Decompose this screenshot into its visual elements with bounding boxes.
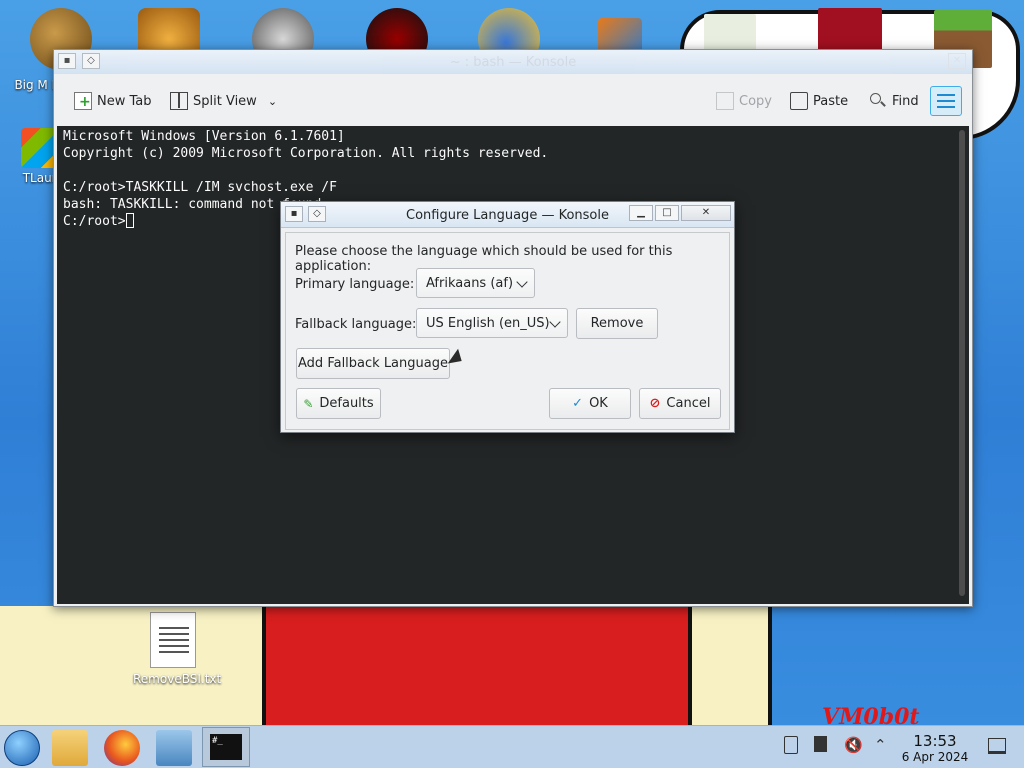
find-button[interactable]: Find	[869, 90, 919, 112]
terminal-prompt: C:/root>	[63, 214, 126, 229]
primary-language-value: Afrikaans (af)	[426, 275, 514, 291]
minimize-icon[interactable]: ▁	[629, 205, 653, 221]
close-icon[interactable]: ✕	[681, 205, 731, 221]
close-icon[interactable]: ✕	[948, 53, 966, 69]
chevron-down-icon: ⌄	[267, 94, 278, 108]
wallpaper-red-block	[262, 600, 692, 725]
fallback-language-label: Fallback language:	[295, 317, 417, 332]
paste-label: Paste	[813, 93, 849, 109]
maximize-icon[interactable]: □	[655, 205, 679, 221]
firefox-icon[interactable]	[104, 730, 140, 766]
clipboard-tray-icon[interactable]	[784, 736, 802, 756]
defaults-button[interactable]: ✎ Defaults	[296, 388, 381, 419]
text-file-icon	[150, 612, 196, 668]
show-desktop-icon[interactable]	[988, 738, 1006, 754]
konsole-toolbar: + New Tab Split View ⌄ Copy Paste Find	[54, 74, 972, 126]
file-manager-icon[interactable]	[52, 730, 88, 766]
control-panel-icon[interactable]	[156, 730, 192, 766]
terminal-scrollbar[interactable]	[959, 130, 965, 596]
fallback-language-value: US English (en_US)	[426, 315, 550, 331]
paste-icon	[790, 92, 808, 110]
dialog-content: Please choose the language which should …	[285, 232, 730, 430]
terminal-icon: #_	[210, 734, 242, 760]
hamburger-menu-icon[interactable]	[930, 86, 962, 116]
new-tab-icon: +	[74, 92, 92, 110]
start-button-icon[interactable]	[4, 730, 40, 766]
primary-language-combo[interactable]: Afrikaans (af)	[416, 268, 535, 298]
konsole-titlebar[interactable]: ▪ ◇ ~ : bash — Konsole ✕	[54, 50, 972, 74]
new-tab-label: New Tab	[97, 93, 152, 109]
notes-tray-icon[interactable]	[814, 736, 832, 756]
brush-icon: ✎	[303, 396, 314, 411]
clock[interactable]: 13:53 6 Apr 2024	[898, 732, 972, 764]
cancel-button[interactable]: ⊘ Cancel	[639, 388, 721, 419]
chevron-down-icon	[516, 276, 528, 288]
split-view-icon	[170, 92, 188, 110]
wallpaper-cream-right	[692, 606, 772, 725]
remove-label: Remove	[590, 316, 644, 331]
copy-label: Copy	[739, 93, 772, 109]
defaults-label: Defaults	[319, 396, 374, 411]
text-cursor	[125, 213, 134, 228]
dialog-titlebar[interactable]: ▪ ◇ Configure Language — Konsole ▁ □ ✕	[281, 202, 734, 228]
paste-button[interactable]: Paste	[790, 90, 848, 112]
ok-label: OK	[589, 396, 608, 411]
copy-button[interactable]: Copy	[716, 90, 772, 112]
clock-date: 6 Apr 2024	[901, 750, 969, 764]
checkmark-icon: ✓	[572, 396, 584, 411]
desktop-icon-label: RemoveBSI.txt	[133, 672, 222, 686]
terminal-line: C:/root>TASKKILL /IM svchost.exe /F	[63, 180, 337, 195]
clock-time: 13:53	[913, 732, 957, 750]
taskbar: #_ 🔇 ⌃ 13:53 6 Apr 2024	[0, 725, 1024, 768]
remove-button[interactable]: Remove	[576, 308, 658, 339]
search-icon	[869, 92, 887, 110]
add-fallback-language-button[interactable]: Add Fallback Language	[296, 348, 450, 379]
configure-language-dialog: ▪ ◇ Configure Language — Konsole ▁ □ ✕ P…	[280, 201, 735, 433]
konsole-title: ~ : bash — Konsole	[449, 55, 577, 70]
copy-icon	[716, 92, 734, 110]
chevron-up-icon[interactable]: ⌃	[874, 736, 890, 756]
chevron-down-icon	[549, 316, 561, 328]
new-tab-button[interactable]: + New Tab	[74, 90, 152, 112]
wallpaper-cream-left	[0, 606, 262, 725]
terminal-line: Microsoft Windows [Version 6.1.7601]	[63, 129, 345, 144]
split-view-label: Split View	[193, 93, 257, 109]
volume-muted-icon[interactable]: 🔇	[844, 736, 864, 756]
terminal-line: Copyright (c) 2009 Microsoft Corporation…	[63, 146, 549, 161]
ok-button[interactable]: ✓ OK	[549, 388, 631, 419]
desktop-icon-removebsi[interactable]: RemoveBSI.txt	[133, 612, 221, 686]
cancel-icon: ⊘	[649, 396, 661, 411]
primary-language-label: Primary language:	[295, 277, 415, 292]
add-fallback-label: Add Fallback Language	[298, 356, 448, 371]
split-view-button[interactable]: Split View ⌄	[170, 90, 277, 112]
cancel-label: Cancel	[666, 396, 711, 411]
find-label: Find	[892, 93, 919, 109]
konsole-taskbar-item[interactable]: #_	[202, 727, 250, 767]
fallback-language-combo[interactable]: US English (en_US)	[416, 308, 568, 338]
